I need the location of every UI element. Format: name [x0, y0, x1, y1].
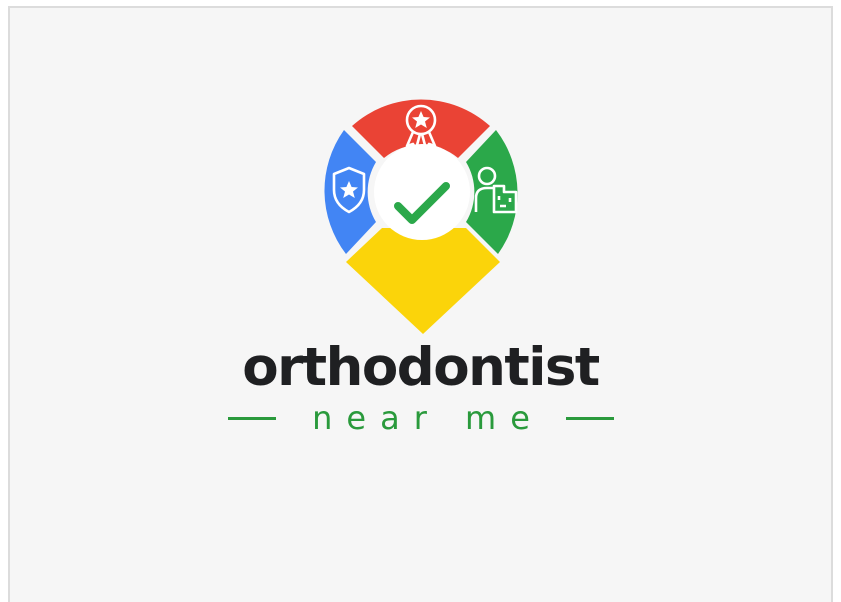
pin-tip-segment [346, 228, 500, 334]
brand-wordmark: orthodontist [242, 337, 600, 398]
brand-tagline: near me [312, 399, 544, 437]
pin-center [374, 144, 470, 240]
tagline-right-rule [565, 416, 614, 420]
map-pin-icon [324, 99, 518, 334]
tagline-left-rule [228, 416, 276, 420]
tagline-row: near me [228, 398, 614, 438]
